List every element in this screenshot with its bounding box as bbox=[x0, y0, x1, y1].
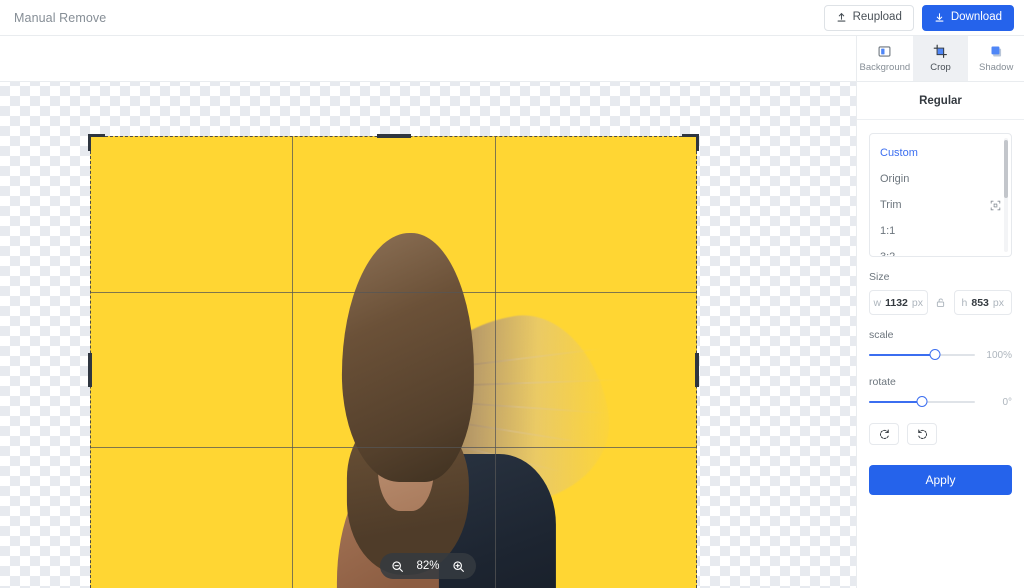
width-prefix: w bbox=[873, 296, 882, 309]
height-unit: px bbox=[992, 296, 1004, 309]
rotate-slider-fill bbox=[869, 401, 922, 403]
rotate-value: 0° bbox=[1002, 396, 1012, 408]
crop-frame[interactable] bbox=[88, 134, 699, 588]
subject-figure bbox=[301, 229, 621, 588]
ratio-option-label: 1:1 bbox=[880, 225, 896, 237]
crop-handle-left[interactable] bbox=[88, 352, 92, 387]
scale-slider[interactable] bbox=[869, 348, 975, 362]
rotate-slider-row: 0° bbox=[869, 395, 1012, 409]
panel-tabbar: Background Crop Shadow bbox=[857, 36, 1024, 82]
reupload-label: Reupload bbox=[852, 10, 902, 23]
download-icon bbox=[934, 12, 945, 23]
rotate-cw-icon[interactable] bbox=[907, 423, 937, 445]
ratio-option-label: Custom bbox=[880, 147, 918, 159]
tab-shadow-label: Shadow bbox=[979, 62, 1014, 73]
scale-value: 100% bbox=[986, 349, 1012, 361]
width-input[interactable]: w 1132 px bbox=[869, 290, 928, 315]
rotate-ccw-icon[interactable] bbox=[869, 423, 899, 445]
rotate-buttons bbox=[869, 423, 1012, 445]
ratio-option-trim[interactable]: Trim bbox=[870, 192, 1011, 218]
tab-crop[interactable]: Crop bbox=[912, 36, 969, 81]
rotate-slider[interactable] bbox=[869, 395, 975, 409]
top-bar: Manual Remove Reupload Download bbox=[0, 0, 1024, 36]
zoom-control[interactable]: 82% bbox=[380, 553, 476, 579]
scale-slider-row: 100% bbox=[869, 348, 1012, 362]
right-panel: Background Crop Shadow Regular Custom Or… bbox=[856, 36, 1024, 588]
height-input[interactable]: h 853 px bbox=[953, 290, 1012, 315]
tab-shadow[interactable]: Shadow bbox=[968, 36, 1024, 81]
ratio-option-label: 3:2 bbox=[880, 251, 896, 257]
height-prefix: h bbox=[961, 296, 968, 309]
ratio-option-label: Origin bbox=[880, 173, 910, 185]
shadow-icon bbox=[989, 44, 1004, 59]
apply-button[interactable]: Apply bbox=[869, 465, 1012, 495]
crop-handle-top[interactable] bbox=[376, 134, 411, 138]
reupload-button[interactable]: Reupload bbox=[823, 4, 914, 31]
hair-main bbox=[341, 233, 475, 483]
tab-crop-label: Crop bbox=[930, 62, 951, 73]
ratio-option-origin[interactable]: Origin bbox=[870, 166, 1011, 192]
scale-slider-fill bbox=[869, 354, 935, 356]
tab-background[interactable]: Background bbox=[857, 36, 913, 81]
crop-handle-top-left[interactable] bbox=[88, 134, 91, 151]
aspect-ratio-options: Custom Origin Trim 1:1 3:2 bbox=[870, 134, 1011, 257]
crop-handle-right[interactable] bbox=[695, 352, 699, 387]
ratio-option-3-2[interactable]: 3:2 bbox=[870, 244, 1011, 257]
scale-slider-thumb[interactable] bbox=[929, 349, 941, 360]
image-preview bbox=[90, 136, 697, 588]
rotate-label: rotate bbox=[869, 376, 896, 388]
ratio-option-custom[interactable]: Custom bbox=[870, 140, 1011, 166]
page-title: Manual Remove bbox=[14, 10, 107, 25]
crop-icon bbox=[933, 44, 948, 59]
image-canvas[interactable]: 82% bbox=[0, 36, 856, 588]
height-value: 853 bbox=[971, 296, 989, 309]
size-row: w 1132 px h 853 px bbox=[869, 290, 1012, 315]
ratio-option-1-1[interactable]: 1:1 bbox=[870, 218, 1011, 244]
upload-icon bbox=[836, 12, 847, 23]
rotate-slider-thumb[interactable] bbox=[916, 396, 928, 407]
width-unit: px bbox=[911, 296, 923, 309]
zoom-in-icon[interactable] bbox=[452, 560, 465, 573]
crop-handle-top-right[interactable] bbox=[696, 134, 699, 151]
scale-label: scale bbox=[869, 329, 894, 341]
zoom-level-value: 82% bbox=[416, 560, 440, 572]
canvas-top-strip bbox=[0, 36, 856, 82]
main-area: 82% Background Crop Shadow Regular Custo… bbox=[0, 36, 1024, 588]
panel-title: Regular bbox=[857, 82, 1024, 120]
top-bar-actions: Reupload Download bbox=[823, 4, 1014, 31]
aspect-ratio-list[interactable]: Custom Origin Trim 1:1 3:2 bbox=[869, 133, 1012, 257]
trim-icon bbox=[990, 200, 1001, 211]
app-root: Manual Remove Reupload Download 82% Back… bbox=[0, 0, 1024, 588]
ratio-option-label: Trim bbox=[880, 199, 902, 211]
size-label: Size bbox=[869, 271, 890, 283]
ratio-list-scrollbar-thumb[interactable] bbox=[1004, 140, 1008, 198]
download-button[interactable]: Download bbox=[921, 4, 1014, 31]
zoom-out-icon[interactable] bbox=[391, 560, 404, 573]
download-label: Download bbox=[950, 10, 1002, 23]
crop-settings: Custom Origin Trim 1:1 3:2 Size w 1132 p… bbox=[857, 120, 1024, 588]
width-value: 1132 bbox=[885, 296, 908, 309]
tab-background-label: Background bbox=[859, 62, 911, 73]
unlock-icon[interactable] bbox=[934, 297, 948, 308]
background-panel-icon bbox=[877, 44, 892, 59]
